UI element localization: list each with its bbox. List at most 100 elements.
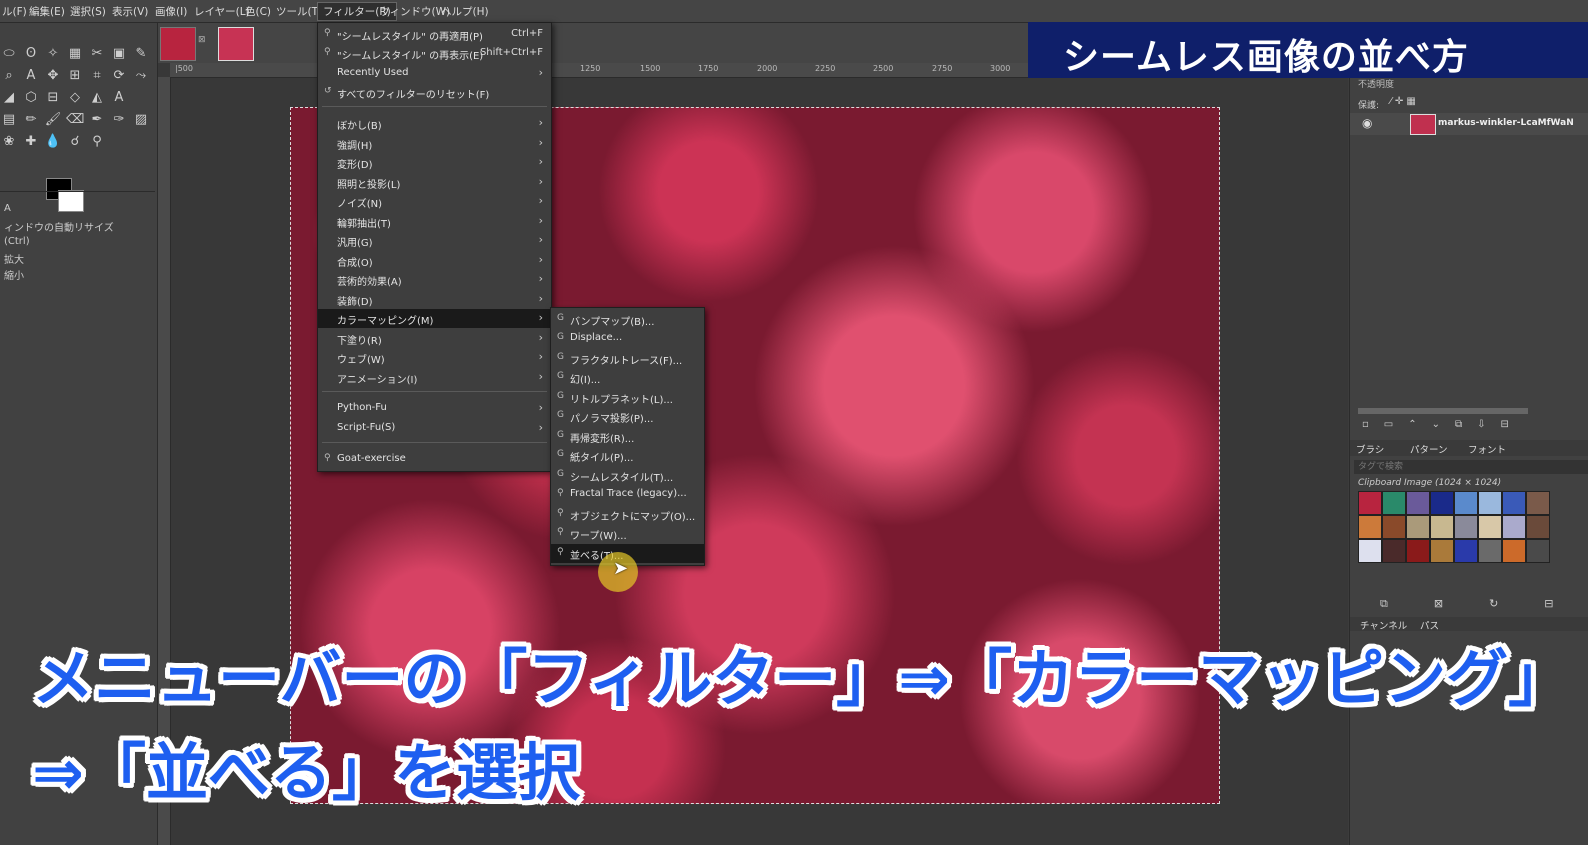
airbrush-icon[interactable]: ✒ bbox=[88, 111, 106, 129]
pattern-swatch[interactable] bbox=[1526, 539, 1550, 563]
menu-item-enhance[interactable]: 強調(H) › bbox=[318, 134, 551, 153]
submenu-warp[interactable]: ⚲ ワープ(W)... bbox=[551, 524, 704, 543]
blur-icon[interactable]: 💧 bbox=[44, 133, 62, 151]
menu-item-map[interactable]: カラーマッピング(M) › bbox=[318, 309, 551, 328]
scissors-icon[interactable]: ✂ bbox=[88, 45, 106, 63]
menu-select[interactable]: 選択(S) bbox=[70, 4, 106, 19]
pattern-swatch[interactable] bbox=[1478, 491, 1502, 515]
paths-icon[interactable]: ✎ bbox=[132, 45, 150, 63]
gradient-icon[interactable]: ▤ bbox=[0, 111, 18, 129]
pattern-swatch[interactable] bbox=[1454, 515, 1478, 539]
pattern-swatch[interactable] bbox=[1358, 539, 1382, 563]
eraser-icon[interactable]: ⌫ bbox=[66, 111, 84, 129]
pattern-swatch[interactable] bbox=[1454, 491, 1478, 515]
pattern-swatch[interactable] bbox=[1430, 491, 1454, 515]
submenu-bump-map[interactable]: G バンプマップ(B)... bbox=[551, 310, 704, 329]
cage-icon[interactable]: ⬡ bbox=[22, 89, 40, 107]
color-select-icon[interactable]: ▦ bbox=[66, 45, 84, 63]
fuzzy-select-icon[interactable]: ✧ bbox=[44, 45, 62, 63]
pattern-swatch[interactable] bbox=[1526, 515, 1550, 539]
pattern-swatch[interactable] bbox=[1358, 515, 1382, 539]
mypaint-icon[interactable]: ▨ bbox=[132, 111, 150, 129]
reapply-seamless-tile[interactable]: ⚲ "シームレスタイル" の再適用(P) Ctrl+F bbox=[318, 25, 551, 44]
layer-actions[interactable]: ▫▭⌃⌄⧉⇩⊟ bbox=[1362, 419, 1524, 430]
layer-name[interactable]: markus-winkler-LcaMfWaN bbox=[1438, 118, 1574, 128]
pattern-swatch[interactable] bbox=[1406, 491, 1430, 515]
clone-icon[interactable]: ❀ bbox=[0, 133, 18, 151]
menu-file[interactable]: ル(F) bbox=[2, 4, 27, 19]
close-icon[interactable]: ⊠ bbox=[198, 35, 206, 45]
image-tab-2[interactable] bbox=[218, 27, 254, 61]
pattern-swatch[interactable] bbox=[1406, 515, 1430, 539]
free-select-icon[interactable]: ʘ bbox=[22, 45, 40, 63]
pattern-actions[interactable]: ⧉⊠↻⊟ bbox=[1380, 597, 1588, 611]
align-icon[interactable]: ⊞ bbox=[66, 67, 84, 85]
pattern-swatch[interactable] bbox=[1382, 515, 1406, 539]
bucket-fill-icon[interactable]: ◭ bbox=[88, 89, 106, 107]
tab-patterns[interactable]: パターン bbox=[1410, 442, 1448, 456]
submenu-paper-tile[interactable]: G 紙タイル(P)... bbox=[551, 446, 704, 465]
handle-transform-icon[interactable]: ◇ bbox=[66, 89, 84, 107]
zoom-in-option[interactable]: 拡大 bbox=[4, 251, 24, 266]
menu-edit[interactable]: 編集(E) bbox=[29, 4, 65, 19]
tag-filter-input[interactable]: タグで検索 bbox=[1354, 460, 1588, 474]
menu-item-python-fu[interactable]: Python-Fu › bbox=[318, 399, 551, 418]
menu-colors[interactable]: 色(C) bbox=[245, 4, 271, 19]
menu-windows[interactable]: ウィンドウ(W) bbox=[379, 4, 450, 19]
pattern-swatch[interactable] bbox=[1478, 515, 1502, 539]
tab-fonts[interactable]: フォント bbox=[1468, 442, 1506, 456]
pattern-swatch[interactable] bbox=[1406, 539, 1430, 563]
submenu-map-object[interactable]: ⚲ オブジェクトにマップ(O)... bbox=[551, 505, 704, 524]
heal-icon[interactable]: ✚ bbox=[22, 133, 40, 151]
menu-image[interactable]: 画像(I) bbox=[155, 4, 187, 19]
menu-item-script-fu[interactable]: Script-Fu(S) › bbox=[318, 419, 551, 438]
submenu-little-planet[interactable]: G リトルプラネット(L)... bbox=[551, 388, 704, 407]
pattern-swatch[interactable] bbox=[1502, 491, 1526, 515]
menu-item-generic[interactable]: 汎用(G) › bbox=[318, 231, 551, 250]
unified-transform-icon[interactable]: ⟳ bbox=[110, 67, 128, 85]
pattern-swatch[interactable] bbox=[1454, 539, 1478, 563]
warp-icon[interactable]: ⤳ bbox=[132, 67, 150, 85]
recently-used[interactable]: Recently Used › bbox=[318, 64, 551, 83]
lock-icons[interactable]: ⁄ ✛ ▦ bbox=[1390, 96, 1416, 107]
auto-resize-option[interactable]: ィンドウの自動リサイズ bbox=[4, 219, 114, 234]
ink-icon[interactable]: ✑ bbox=[110, 111, 128, 129]
menu-item-blur[interactable]: ぼかし(B) › bbox=[318, 114, 551, 133]
pattern-swatch[interactable] bbox=[1382, 539, 1406, 563]
menu-item-animation[interactable]: アニメーション(I) › bbox=[318, 368, 551, 387]
submenu-illusion[interactable]: G 幻(I)... bbox=[551, 368, 704, 387]
layer-row[interactable]: ◉ markus-winkler-LcaMfWaN bbox=[1350, 113, 1588, 135]
reshow-seamless-tile[interactable]: ⚲ "シームレスタイル" の再表示(E) Shift+Ctrl+F bbox=[318, 44, 551, 63]
zoom-icon[interactable]: ⌕ bbox=[0, 67, 18, 85]
menu-help[interactable]: ヘルプ(H) bbox=[441, 4, 489, 19]
menu-item-web[interactable]: ウェブ(W) › bbox=[318, 348, 551, 367]
submenu-recursive-transform[interactable]: G 再帰変形(R)... bbox=[551, 427, 704, 446]
submenu-fractal-trace[interactable]: G フラクタルトレース(F)... bbox=[551, 349, 704, 368]
rect-select-icon[interactable]: ⬭ bbox=[0, 45, 18, 63]
menu-item-combine[interactable]: 合成(O) › bbox=[318, 251, 551, 270]
submenu-panorama[interactable]: G パノラマ投影(P)... bbox=[551, 407, 704, 426]
paintbrush-icon[interactable]: 🖌 bbox=[44, 111, 62, 129]
measure-icon[interactable]: A bbox=[22, 67, 40, 85]
menu-item-edge-detect[interactable]: 輪郭抽出(T) › bbox=[318, 212, 551, 231]
flip-icon[interactable]: ◢ bbox=[0, 89, 18, 107]
zoom-out-option[interactable]: 縮小 bbox=[4, 267, 24, 282]
pencil-icon[interactable]: ✏ bbox=[22, 111, 40, 129]
crop-icon[interactable]: ⌗ bbox=[88, 67, 106, 85]
smudge-icon[interactable]: ☌ bbox=[66, 133, 84, 151]
menu-tools[interactable]: ツール(T) bbox=[276, 4, 322, 19]
layers-scrollbar[interactable] bbox=[1358, 408, 1528, 414]
pattern-swatch[interactable] bbox=[1430, 539, 1454, 563]
menu-item-distorts[interactable]: 変形(D) › bbox=[318, 153, 551, 172]
perspective-icon[interactable]: ⊟ bbox=[44, 89, 62, 107]
pattern-swatch[interactable] bbox=[1478, 539, 1502, 563]
text-tool-icon[interactable]: A bbox=[110, 89, 128, 107]
menu-item-noise[interactable]: ノイズ(N) › bbox=[318, 192, 551, 211]
menu-layer[interactable]: レイヤー(L) bbox=[194, 4, 250, 19]
pattern-swatch[interactable] bbox=[1502, 539, 1526, 563]
menu-item-goat-exercise[interactable]: ⚲ Goat-exercise bbox=[318, 450, 551, 469]
eye-icon[interactable]: ◉ bbox=[1362, 116, 1372, 130]
menu-view[interactable]: 表示(V) bbox=[112, 4, 148, 19]
menu-item-light-shadow[interactable]: 照明と投影(L) › bbox=[318, 173, 551, 192]
color-picker-icon[interactable]: ⚲ bbox=[88, 133, 106, 151]
